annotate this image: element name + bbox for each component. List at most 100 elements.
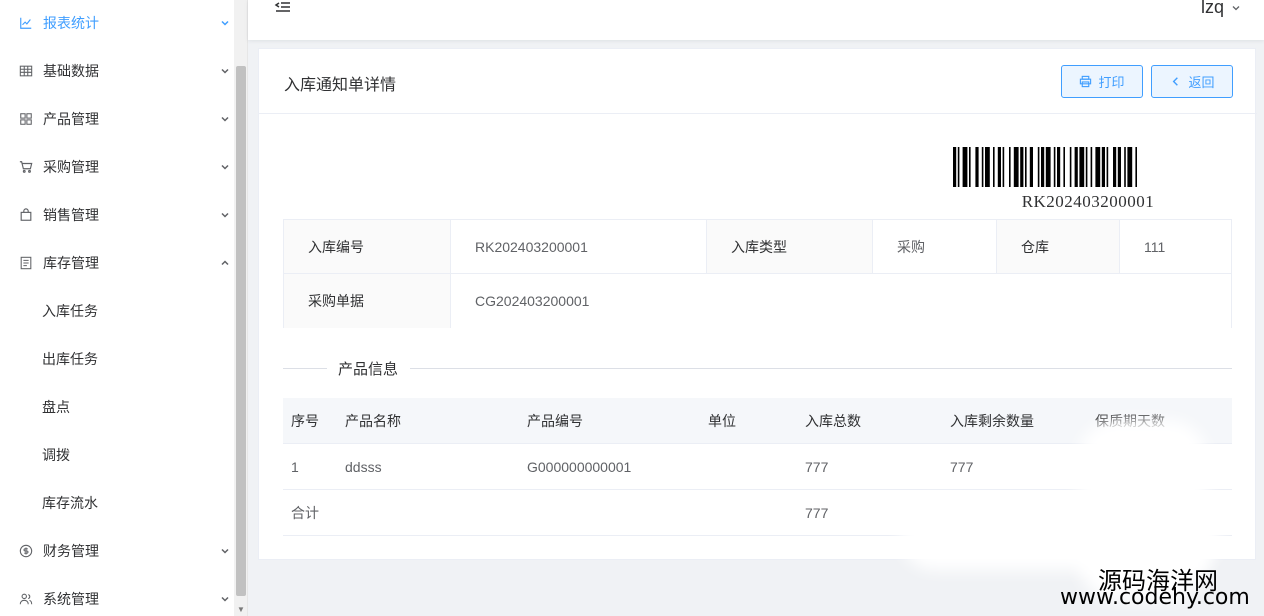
- menu-item-products[interactable]: 产品管理: [0, 95, 234, 143]
- barcode-bar: [1074, 147, 1078, 187]
- barcode-bar: [1113, 147, 1117, 187]
- barcode-bar: [1009, 147, 1011, 187]
- table-cell: 777: [805, 459, 829, 475]
- column-header: 产品编号: [527, 413, 583, 429]
- submenu-transfer[interactable]: 调拨: [0, 431, 234, 479]
- barcode-bar: [993, 147, 995, 187]
- grid-icon: [18, 111, 34, 127]
- barcode-bar: [1037, 147, 1040, 187]
- barcode-bar: [957, 147, 960, 187]
- barcode-bar: [985, 147, 990, 187]
- barcode-bar: [1135, 147, 1137, 187]
- document-icon: [18, 255, 34, 271]
- barcode-bar: [1095, 147, 1101, 187]
- barcode-bar: [962, 147, 968, 187]
- submenu-stock-flow[interactable]: 库存流水: [0, 479, 234, 527]
- menu-label: 基础数据: [43, 63, 99, 79]
- printer-icon: [1080, 75, 1092, 88]
- submenu-outbound-task[interactable]: 出库任务: [0, 335, 234, 383]
- table-icon: [18, 63, 34, 79]
- page-title: 入库通知单详情: [284, 77, 397, 94]
- barcode-bar: [1045, 147, 1051, 187]
- menu-label: 报表统计: [43, 15, 99, 31]
- barcode-image: [953, 147, 1137, 187]
- inbound-no-label: 入库编号: [284, 220, 451, 274]
- barcode-bar: [1057, 147, 1061, 187]
- barcode-bar: [1053, 147, 1056, 187]
- chevron-down-icon: [221, 548, 229, 554]
- barcode-text: RK202403200001: [1021, 192, 1155, 211]
- section-title: 产品信息: [336, 358, 401, 379]
- total-label: 合计: [291, 505, 319, 521]
- menu-item-reports[interactable]: 报表统计: [0, 0, 234, 47]
- line-chart-icon: [18, 15, 34, 31]
- chevron-down-icon: [221, 116, 229, 122]
- sidebar-scrollbar[interactable]: ▼: [234, 0, 247, 616]
- table-cell: G000000000001: [527, 459, 632, 475]
- barcode-bar: [1117, 147, 1121, 187]
- barcode-bar: [1041, 147, 1045, 187]
- menu-item-system[interactable]: 系统管理: [0, 575, 234, 616]
- barcode-bar: [1127, 147, 1133, 187]
- menu-fold-icon[interactable]: [274, 0, 292, 14]
- warehouse-value: 111: [1120, 220, 1231, 274]
- barcode-bar: [981, 147, 984, 187]
- barcode-bar: [1029, 147, 1033, 187]
- column-header: 产品名称: [345, 413, 401, 429]
- chevron-down-icon: [221, 20, 229, 26]
- table-cell: 777: [950, 459, 974, 475]
- menu-label: 系统管理: [43, 591, 99, 607]
- menu-label: 库存管理: [43, 255, 99, 271]
- inbound-no-value: RK202403200001: [451, 220, 707, 274]
- barcode-bar: [1079, 147, 1085, 187]
- chevron-down-icon: [221, 212, 229, 218]
- total-count: 777: [805, 505, 829, 521]
- barcode-bar: [1063, 147, 1065, 187]
- user-group-icon: [18, 591, 34, 607]
- card-header: 入库通知单详情 打印 返回: [259, 49, 1257, 114]
- top-header: lzq: [248, 0, 1264, 40]
- user-dropdown[interactable]: lzq: [1201, 0, 1242, 18]
- chevron-up-icon: [221, 260, 229, 266]
- scroll-down-arrow-icon[interactable]: ▼: [237, 606, 245, 614]
- barcode-bar: [1069, 147, 1072, 187]
- warehouse-label: 仓库: [997, 220, 1120, 274]
- username: lzq: [1200, 0, 1224, 17]
- back-label: 返回: [1188, 75, 1215, 90]
- purchase-doc-value: CG202403200001: [451, 274, 1231, 328]
- table-cell: 1: [291, 459, 299, 475]
- menu-label: 产品管理: [43, 111, 99, 127]
- menu-label: 财务管理: [43, 543, 99, 559]
- menu-label: 销售管理: [43, 207, 99, 223]
- menu-item-base-data[interactable]: 基础数据: [0, 47, 234, 95]
- dollar-icon: [18, 543, 34, 559]
- chevron-down-icon: [1232, 5, 1240, 10]
- print-button[interactable]: 打印: [1061, 65, 1143, 98]
- menu-item-sales[interactable]: 销售管理: [0, 191, 234, 239]
- barcode-bar: [1124, 147, 1126, 187]
- barcode-bar: [997, 147, 1001, 187]
- back-button[interactable]: 返回: [1151, 65, 1233, 98]
- chevron-down-icon: [221, 596, 229, 602]
- watermark-blur: [900, 500, 1220, 570]
- barcode-bar: [969, 147, 971, 187]
- chevron-down-icon: [221, 68, 229, 74]
- submenu-stocktake[interactable]: 盘点: [0, 383, 234, 431]
- barcode-bar: [1002, 147, 1005, 187]
- menu-item-finance[interactable]: 财务管理: [0, 527, 234, 575]
- submenu-inbound-task[interactable]: 入库任务: [0, 287, 234, 335]
- table-cell: ddsss: [345, 459, 382, 475]
- bag-icon: [18, 207, 34, 223]
- barcode-bar: [1013, 147, 1019, 187]
- barcode-bar: [1020, 147, 1024, 187]
- barcode-bar: [1025, 147, 1027, 187]
- barcode-bar: [1090, 147, 1093, 187]
- barcode-bar: [1106, 147, 1109, 187]
- scrollbar-thumb[interactable]: [236, 66, 246, 596]
- print-label: 打印: [1098, 75, 1125, 90]
- menu-item-inventory[interactable]: 库存管理: [0, 239, 234, 287]
- chevron-left-icon: [1173, 77, 1179, 86]
- divider-line-right: [410, 368, 1232, 369]
- cart-icon: [18, 159, 34, 175]
- menu-item-purchase[interactable]: 采购管理: [0, 143, 234, 191]
